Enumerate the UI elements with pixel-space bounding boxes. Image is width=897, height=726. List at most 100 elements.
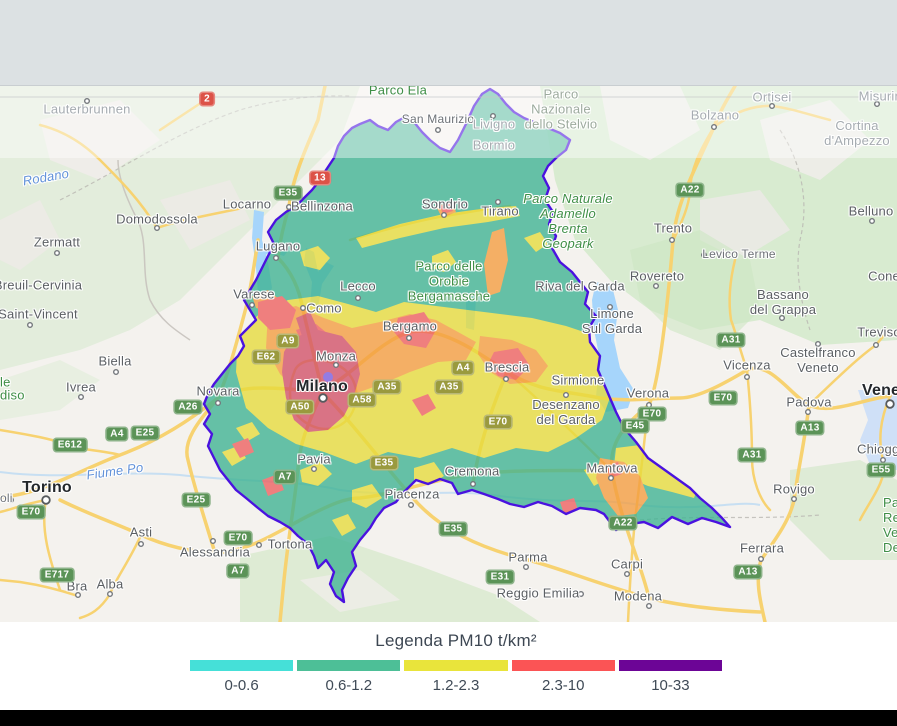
- legend-swatch-10-33: [619, 660, 722, 671]
- legend-item-0-6-1-2: 0.6-1.2: [297, 660, 400, 694]
- map-label-castelfranco-veneto: Castelfranco Veneto: [780, 346, 855, 376]
- road-badge-e35: E35: [370, 456, 399, 471]
- header-bar: [0, 0, 897, 86]
- map-label-ivrea: Ivrea: [66, 381, 96, 396]
- map-label-bormio: Bormio: [473, 139, 515, 154]
- map-label-asti: Asti: [130, 526, 152, 541]
- map-legend: Legenda PM10 t/km² 0-0.60.6-1.21.2-2.3 2.…: [0, 622, 897, 710]
- map-label-zermatt: Zermatt: [34, 236, 80, 251]
- map-label-parma: Parma: [508, 551, 547, 566]
- map-label-livigno: Livigno: [473, 118, 516, 133]
- legend-label-10-33: 10-33: [619, 677, 722, 694]
- legend-label-1-2-2-3: 1.2-2.3: [404, 677, 507, 694]
- footer-bar: [0, 710, 897, 726]
- map-label-varese: Varese: [233, 288, 274, 303]
- legend-inner: Legenda PM10 t/km² 0-0.60.6-1.21.2-2.3 2.…: [190, 631, 722, 694]
- road-badge-2: 2: [199, 92, 215, 107]
- road-badge-e25: E25: [131, 426, 160, 441]
- road-badge-e45: E45: [621, 419, 650, 434]
- map-label-sondrio: Sondrio: [422, 198, 468, 213]
- map-label-alba: Alba: [97, 578, 124, 593]
- map-label-torino: Torino: [22, 479, 72, 497]
- map-label-lugano: Lugano: [256, 240, 301, 255]
- road-badge-e70: E70: [224, 531, 253, 546]
- map-label-rovereto: Rovereto: [630, 270, 684, 285]
- map-label-misurina: Misurina: [859, 90, 897, 105]
- map-label-biella: Biella: [99, 355, 132, 370]
- road-badge-e55: E55: [867, 463, 896, 478]
- legend-row: 0-0.60.6-1.21.2-2.3 2.3-1010-33: [190, 660, 722, 694]
- road-badge-e70: E70: [709, 391, 738, 406]
- road-badge-a9: A9: [276, 334, 299, 349]
- road-badge-a22: A22: [608, 516, 637, 531]
- legend-swatch-0-0-6: [190, 660, 293, 671]
- legend-swatch-0-6-1-2: [297, 660, 400, 671]
- road-badge-13: 13: [309, 171, 331, 186]
- road-badge-a50: A50: [285, 400, 314, 415]
- road-badge-a31: A31: [716, 333, 745, 348]
- map-label-parco-naturale-adamello-brenta: Parco Naturale Adamello Brenta Geopark: [523, 192, 613, 252]
- legend-title: Legenda PM10 t/km²: [190, 631, 722, 651]
- map-label-desenzano-del-garda: Desenzano del Garda: [532, 398, 600, 428]
- legend-item-2-3-10: 2.3-10: [512, 660, 615, 694]
- map-label-sirmione: Sirmione: [552, 374, 605, 389]
- map-label-pavia: Pavia: [297, 453, 331, 468]
- map-label-parco-delle-orobie-bergamasche: Parco delle Orobie Bergamasche: [408, 260, 490, 305]
- road-badge-a13: A13: [795, 421, 824, 436]
- legend-swatch-2-3-10: [512, 660, 615, 671]
- map-label-bergamo: Bergamo: [383, 320, 437, 335]
- map-label-limone-sul-garda: Limone Sul Garda: [582, 307, 642, 337]
- map-label-modena: Modena: [614, 590, 662, 605]
- map-label-bellinzona: Bellinzona: [291, 200, 353, 215]
- road-badge-a58: A58: [347, 393, 376, 408]
- road-badge-e31: E31: [486, 570, 515, 585]
- map-label-domodossola: Domodossola: [116, 213, 198, 228]
- map-label-parco-regionale-veneto-delta: Parco Regionale Veneto Delta: [883, 496, 897, 556]
- map-label-breuil-cervinia: Breuil-Cervinia: [0, 279, 82, 294]
- map-label-conegliano: Conegliano: [868, 270, 897, 285]
- map-label-treviso: Treviso: [857, 326, 897, 341]
- map-label-trento: Trento: [654, 222, 692, 237]
- map-label-bolzano: Bolzano: [691, 109, 739, 124]
- road-badge-a22: A22: [675, 183, 704, 198]
- map-label-ortisei: Ortisei: [753, 91, 792, 106]
- map-label-oli: oli: [0, 492, 13, 506]
- road-badge-a4: A4: [451, 361, 474, 376]
- map-label-piacenza: Piacenza: [384, 488, 439, 503]
- map-label-saint-vincent: Saint-Vincent: [0, 308, 78, 323]
- map-label-ferrara: Ferrara: [740, 542, 784, 557]
- road-badge-a4: A4: [105, 427, 128, 442]
- map-label-chioggia: Chioggia: [857, 443, 897, 458]
- map-label-venezia: Venezia: [862, 382, 897, 400]
- road-badge-e62: E62: [252, 350, 281, 365]
- map-label-padova: Padova: [786, 396, 831, 411]
- map-canvas[interactable]: LauterbrunnenRodanoZermattBreuil-Cervini…: [0, 86, 897, 622]
- map-label-fiume-po: Fiume Po: [86, 461, 145, 484]
- road-badge-a7: A7: [273, 470, 296, 485]
- map-label-lauterbrunnen: Lauterbrunnen: [43, 103, 130, 118]
- map-label-brescia: Brescia: [485, 361, 530, 376]
- map-label-como: Como: [306, 302, 341, 317]
- road-badge-e717: E717: [40, 568, 75, 583]
- map-label-rovigo: Rovigo: [773, 483, 815, 498]
- road-badge-a13: A13: [733, 565, 762, 580]
- map-label-riva-del-garda: Riva del Garda: [535, 280, 625, 295]
- map-label-lecco: Lecco: [340, 280, 376, 295]
- map-label-mantova: Mantova: [586, 462, 637, 477]
- road-badge-e35: E35: [274, 186, 303, 201]
- legend-item-0-0-6: 0-0.6: [190, 660, 293, 694]
- map-label-tortona: Tortona: [268, 538, 313, 553]
- legend-label-0-6-1-2: 0.6-1.2: [297, 677, 400, 694]
- road-badge-e70: E70: [484, 415, 513, 430]
- map-label-parco-nazionale-dello-stelvio: Parco Nazionale dello Stelvio: [525, 88, 598, 133]
- legend-label-0-0-6: 0-0.6: [190, 677, 293, 694]
- map-label-reggio-emilia: Reggio Emilia: [497, 587, 580, 602]
- map-label-verona: Verona: [627, 387, 669, 402]
- map-label-novara: Novara: [196, 385, 239, 400]
- map-label-san-maurizio: San Maurizio: [402, 113, 474, 127]
- road-badge-a7: A7: [226, 564, 249, 579]
- map-label-carpi: Carpi: [611, 558, 643, 573]
- road-badge-e70: E70: [17, 505, 46, 520]
- legend-swatch-1-2-2-3: [404, 660, 507, 671]
- road-badge-a35: A35: [372, 380, 401, 395]
